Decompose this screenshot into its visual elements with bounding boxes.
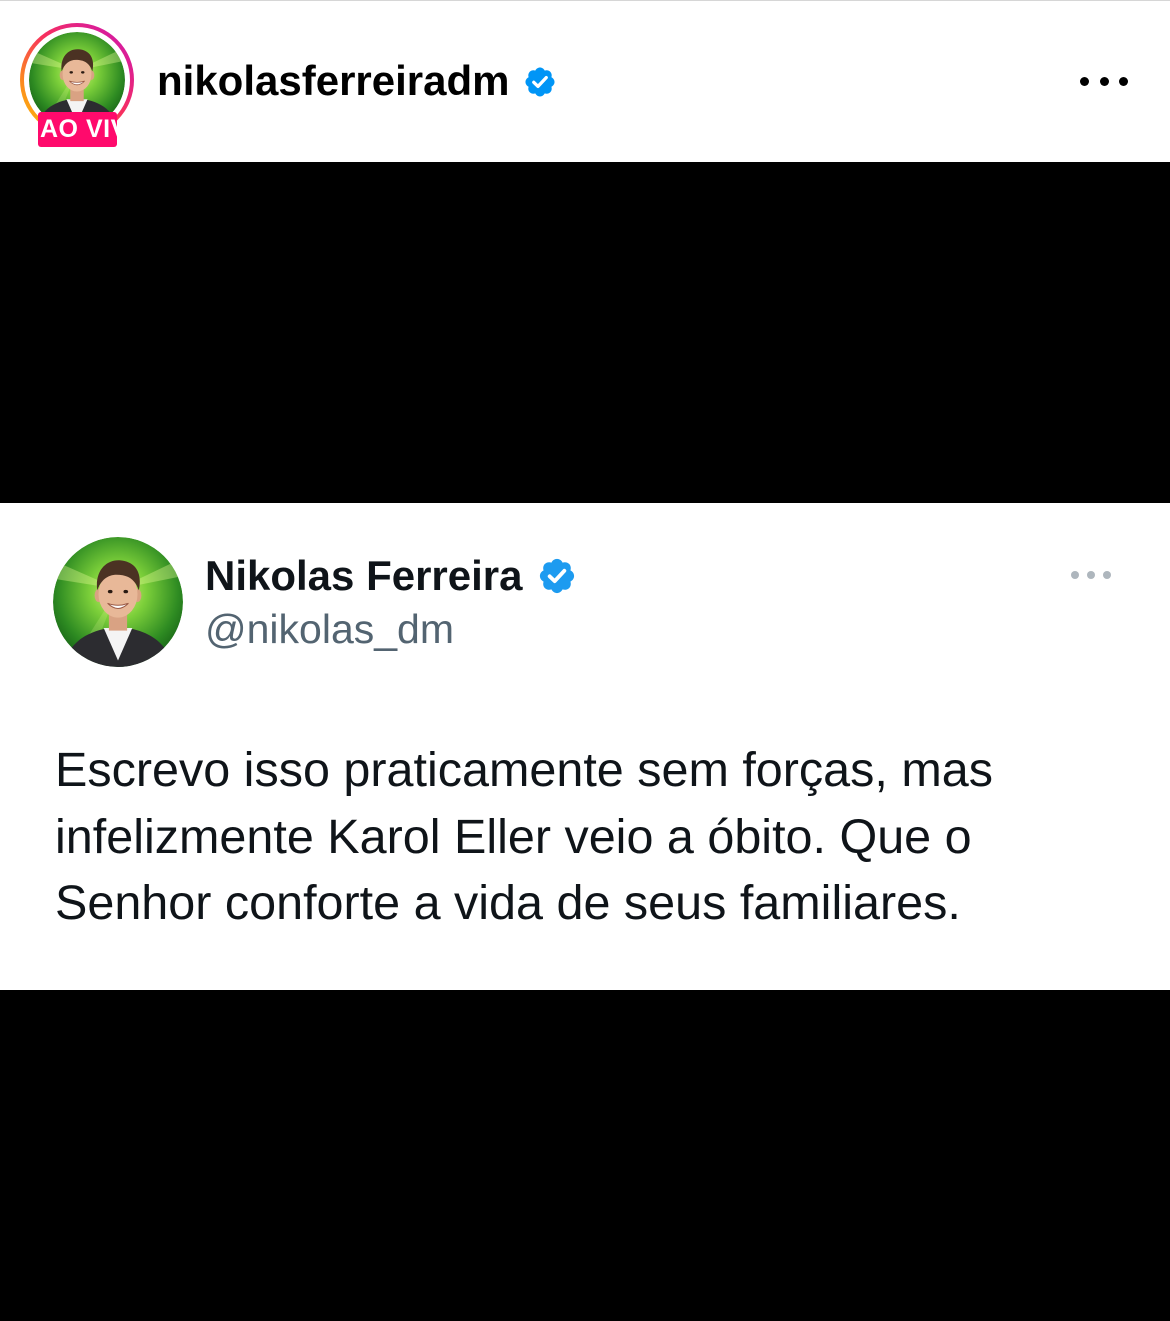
dot — [1119, 77, 1128, 86]
post-header: AO VIV nikolasferreiradm — [0, 1, 1170, 162]
post-media[interactable]: Nikolas Ferreira @nikolas_dm Escrevo iss… — [0, 162, 1170, 1321]
dot — [1087, 571, 1095, 579]
username-link[interactable]: nikolasferreiradm — [157, 60, 510, 102]
dot — [1080, 77, 1089, 86]
dot — [1071, 571, 1079, 579]
tweet-text-line: infelizmente Karol Eller veio a óbito. Q… — [55, 809, 972, 864]
tweet-text-line: Escrevo isso praticamente sem forças, ma… — [55, 743, 993, 797]
dot — [1103, 571, 1111, 579]
verified-badge-icon — [525, 67, 555, 97]
tweet-handle: @nikolas_dm — [205, 606, 455, 652]
verified-badge-icon — [539, 558, 575, 594]
tweet-text-line: Senhor conforte a vida de seus familiare… — [55, 876, 961, 930]
tweet-more-options-icon — [1071, 571, 1111, 579]
tweet-display-name: Nikolas Ferreira — [205, 552, 523, 599]
more-options-icon[interactable] — [1080, 77, 1128, 86]
tweet-avatar — [53, 537, 183, 667]
tweet-body: Escrevo isso praticamente sem forças, ma… — [55, 737, 993, 937]
dot — [1099, 77, 1109, 86]
live-badge: AO VIV — [38, 112, 117, 147]
tweet-screenshot: Nikolas Ferreira @nikolas_dm Escrevo iss… — [0, 503, 1170, 990]
